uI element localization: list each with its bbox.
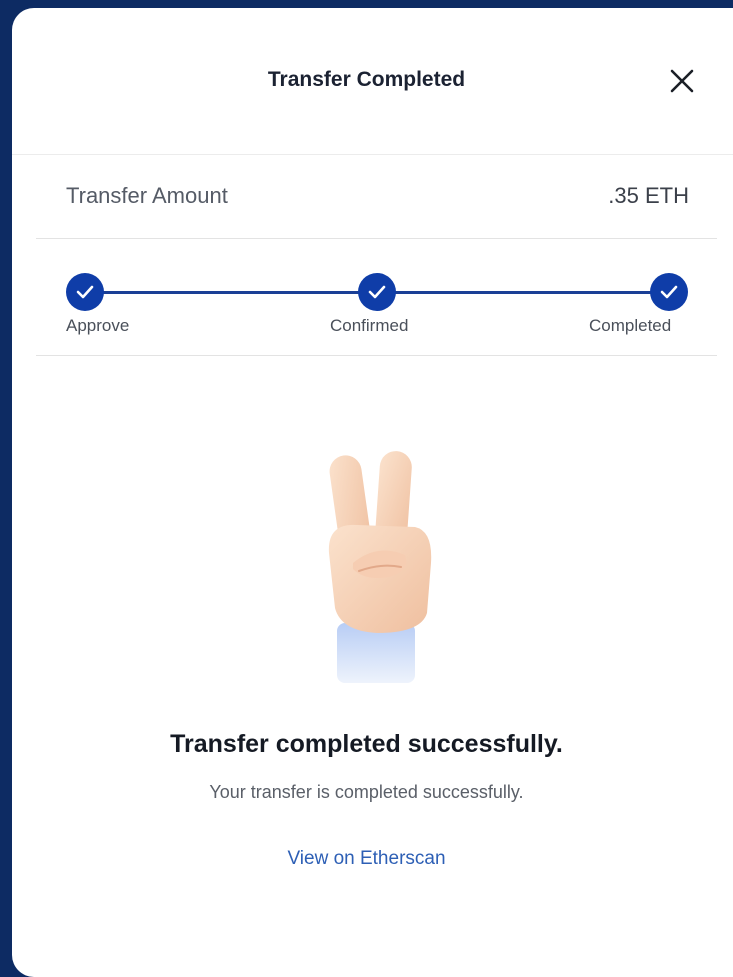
step-label-completed: Completed: [589, 316, 672, 335]
step-label-confirmed: Confirmed: [330, 316, 409, 335]
step-confirmed-check-icon: [358, 273, 396, 311]
step-label-approve: Approve: [66, 316, 130, 335]
result-title: Transfer completed successfully.: [170, 730, 563, 758]
modal-header: Transfer Completed: [12, 8, 733, 155]
view-on-etherscan-link[interactable]: View on Etherscan: [12, 848, 733, 870]
transfer-modal: Transfer Completed Transfer Amount .35 E…: [12, 8, 733, 977]
progress-stepper: Approve Confirmed Completed: [36, 239, 717, 356]
transfer-amount-label: Transfer Amount: [66, 183, 228, 208]
step-approve-check-icon: [66, 273, 104, 311]
step-completed-check-icon: [650, 273, 688, 311]
close-icon: [670, 69, 694, 93]
close-button[interactable]: [667, 66, 697, 96]
transfer-amount-value: .35 ETH: [608, 183, 689, 208]
peace-hand-icon: [307, 443, 447, 683]
transfer-amount-row: Transfer Amount .35 ETH: [36, 155, 717, 239]
result-subtitle: Your transfer is completed successfully.: [209, 782, 524, 802]
modal-title: Transfer Completed: [267, 68, 466, 91]
